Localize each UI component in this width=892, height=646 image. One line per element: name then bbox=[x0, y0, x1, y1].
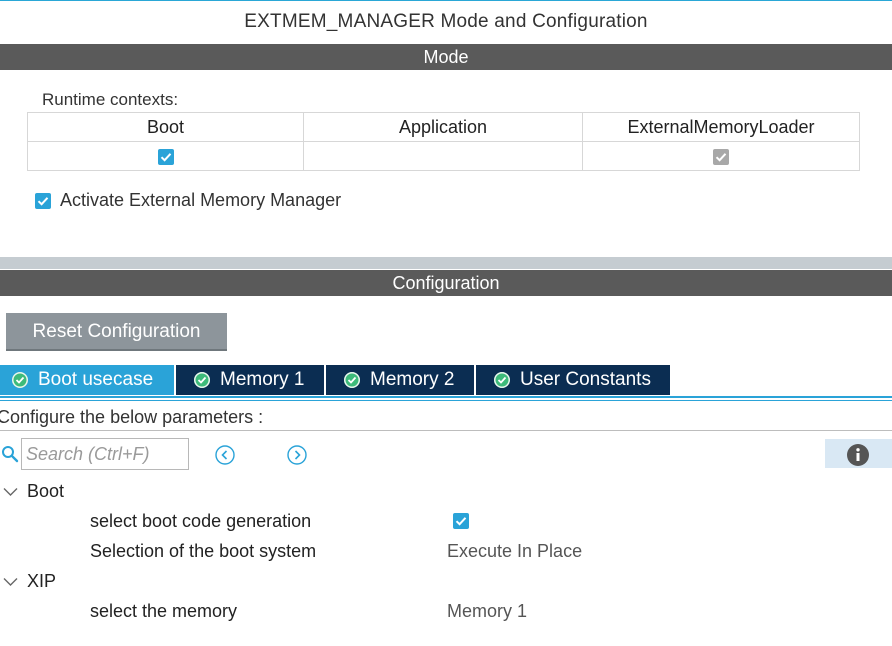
boot-context-checkbox[interactable] bbox=[157, 148, 174, 165]
runtime-contexts-label: Runtime contexts: bbox=[42, 90, 179, 109]
tab-label: User Constants bbox=[520, 369, 651, 390]
chevron-down-icon bbox=[3, 487, 18, 496]
configuration-tabs: Boot usecase Memory 1 Memory 2 User Cons… bbox=[0, 365, 672, 395]
param-name: Selection of the boot system bbox=[90, 541, 317, 561]
info-button[interactable] bbox=[825, 439, 892, 468]
memory-select-value[interactable]: Memory 1 bbox=[447, 601, 527, 622]
section-separator bbox=[0, 257, 892, 269]
top-accent-line bbox=[0, 0, 892, 1]
tab-underline-secondary bbox=[0, 400, 892, 401]
tab-label: Boot usecase bbox=[38, 369, 154, 390]
context-cell-boot bbox=[27, 141, 304, 171]
group-label: Boot bbox=[27, 481, 65, 501]
context-header-boot: Boot bbox=[27, 112, 304, 142]
chevron-right-circle-icon[interactable] bbox=[286, 444, 308, 466]
tab-underline bbox=[0, 396, 892, 398]
tab-label: Memory 2 bbox=[370, 369, 455, 390]
group-xip[interactable]: XIP bbox=[3, 571, 56, 592]
chevron-down-icon bbox=[3, 577, 18, 586]
activate-row: Activate External Memory Manager bbox=[35, 190, 341, 211]
reset-configuration-button[interactable]: Reset Configuration bbox=[6, 313, 227, 351]
search-icon bbox=[2, 446, 19, 463]
checkmark-icon bbox=[160, 152, 171, 162]
check-circle-icon bbox=[494, 372, 510, 388]
externalmemoryloader-context-checkbox bbox=[713, 148, 729, 165]
context-cell-externalmemoryloader bbox=[582, 141, 860, 171]
checkmark-icon bbox=[715, 152, 727, 162]
check-circle-icon bbox=[194, 372, 210, 388]
check-circle-icon bbox=[12, 372, 28, 388]
tab-memory-1[interactable]: Memory 1 bbox=[176, 365, 324, 395]
checkmark-icon bbox=[37, 196, 49, 206]
tab-boot-usecase[interactable]: Boot usecase bbox=[0, 365, 174, 395]
param-name: select the memory bbox=[90, 601, 238, 621]
group-boot[interactable]: Boot bbox=[3, 481, 64, 502]
info-icon bbox=[847, 444, 869, 466]
boot-system-value[interactable]: Execute In Place bbox=[447, 541, 582, 562]
search-input[interactable] bbox=[21, 438, 189, 470]
group-label: XIP bbox=[27, 571, 57, 591]
select-boot-code-generation-checkbox[interactable] bbox=[453, 512, 469, 529]
tab-memory-2[interactable]: Memory 2 bbox=[326, 365, 474, 395]
check-circle-icon bbox=[344, 372, 360, 388]
activate-external-memory-manager-checkbox[interactable] bbox=[35, 192, 51, 209]
context-header-externalmemoryloader: ExternalMemoryLoader bbox=[582, 112, 860, 142]
checkmark-icon bbox=[455, 516, 467, 526]
param-name: select boot code generation bbox=[90, 511, 312, 531]
divider bbox=[0, 430, 892, 431]
configure-parameters-label: Configure the below parameters : bbox=[0, 407, 264, 427]
chevron-left-circle-icon[interactable] bbox=[214, 444, 236, 466]
mode-section-header: Mode bbox=[0, 44, 892, 70]
tab-label: Memory 1 bbox=[220, 369, 305, 390]
window-title: EXTMEM_MANAGER Mode and Configuration bbox=[244, 11, 648, 32]
runtime-contexts-table: Boot Application ExternalMemoryLoader bbox=[27, 112, 860, 171]
configuration-section-header: Configuration bbox=[0, 270, 892, 296]
tab-user-constants[interactable]: User Constants bbox=[476, 365, 670, 395]
context-cell-application[interactable] bbox=[303, 141, 583, 171]
activate-external-memory-manager-label: Activate External Memory Manager bbox=[60, 190, 342, 210]
context-header-application: Application bbox=[303, 112, 583, 142]
